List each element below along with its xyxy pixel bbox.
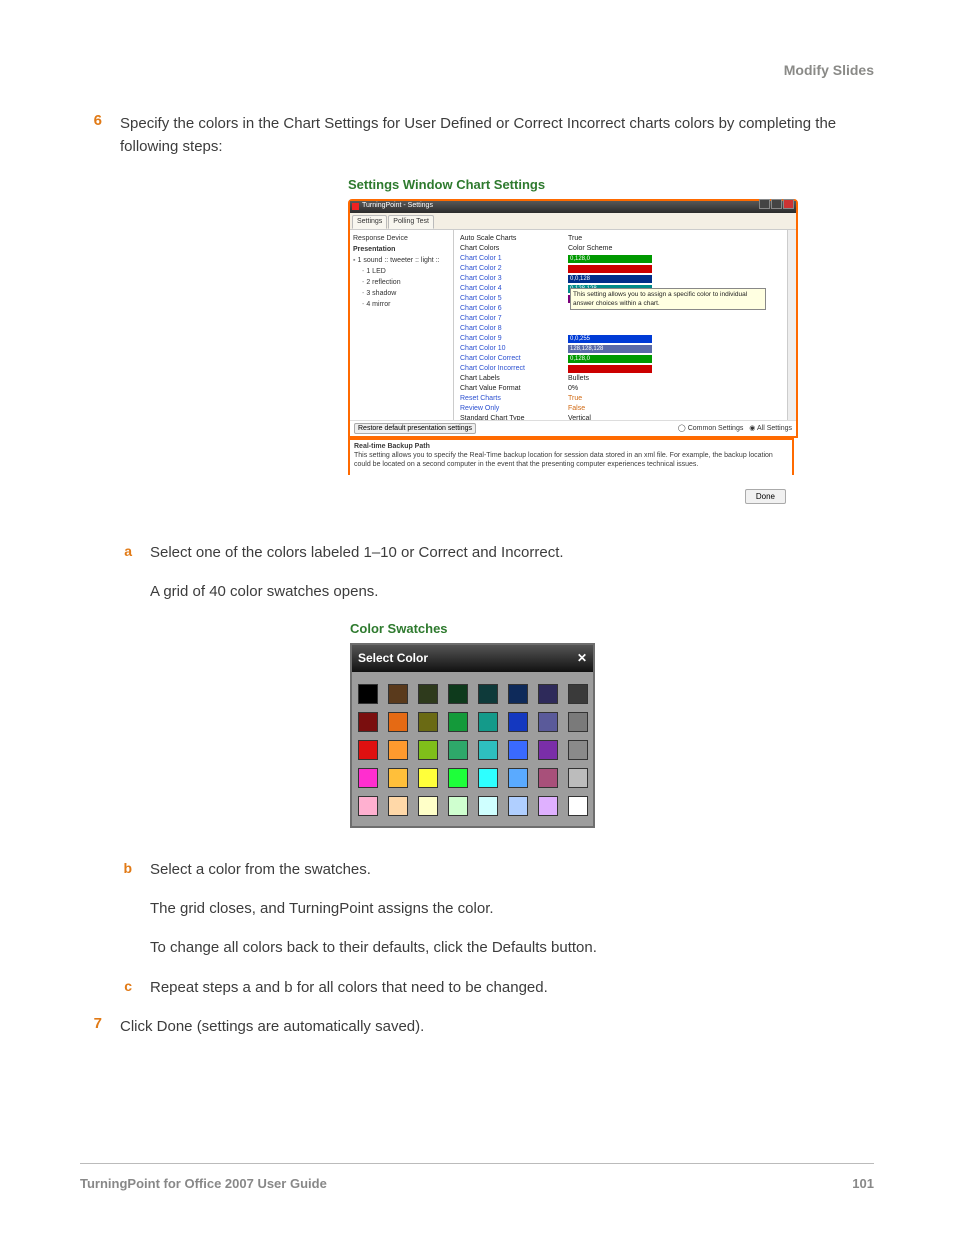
step-6: 6 Specify the colors in the Chart Settin… xyxy=(85,112,874,1015)
document-page: Modify Slides 6 Specify the colors in th… xyxy=(0,0,954,1235)
tab-settings[interactable]: Settings xyxy=(352,215,387,230)
color-swatch[interactable] xyxy=(418,740,438,760)
color-swatch[interactable] xyxy=(418,768,438,788)
figure-settings-caption: Settings Window Chart Settings xyxy=(348,175,545,195)
color-swatch[interactable] xyxy=(358,740,378,760)
color-swatch[interactable] xyxy=(478,796,498,816)
page-footer: TurningPoint for Office 2007 User Guide … xyxy=(80,1163,874,1191)
color-swatch[interactable] xyxy=(568,740,588,760)
substep-b: b Select a color from the swatches. The … xyxy=(120,858,874,976)
step-6-number: 6 xyxy=(85,112,102,1015)
swatch-window: Select Color ✕ xyxy=(350,643,595,828)
color-swatch[interactable] xyxy=(508,740,528,760)
settings-radios[interactable]: ◯ Common Settings ◉ All Settings xyxy=(674,424,792,435)
close-icon[interactable]: ✕ xyxy=(577,649,587,668)
tab-polling-test[interactable]: Polling Test xyxy=(388,215,434,230)
color-swatch[interactable] xyxy=(358,796,378,816)
settings-row[interactable]: Chart Color 8 xyxy=(460,324,783,334)
settings-help-panel: Real-time Backup Path This setting allow… xyxy=(348,438,794,475)
settings-tree[interactable]: Response Device Presentation ▪1 sound ::… xyxy=(350,230,454,420)
color-swatch[interactable] xyxy=(448,684,468,704)
figure-color-swatches: Color Swatches Select Color ✕ xyxy=(350,619,874,828)
settings-lower-bar: Restore default presentation settings ◯ … xyxy=(350,420,796,436)
settings-window-frame: TurningPoint - Settings SettingsPolling … xyxy=(348,199,798,511)
color-swatch[interactable] xyxy=(538,684,558,704)
window-buttons[interactable] xyxy=(758,199,794,214)
done-button[interactable]: Done xyxy=(745,489,786,504)
color-swatch[interactable] xyxy=(388,712,408,732)
settings-row[interactable]: Chart Value Format0% xyxy=(460,384,783,394)
settings-row[interactable]: Standard Chart TypeVertical xyxy=(460,414,783,420)
footer-page: 101 xyxy=(852,1176,874,1191)
settings-row[interactable]: Chart Color 90,0,255 xyxy=(460,334,783,344)
color-swatch[interactable] xyxy=(568,684,588,704)
color-swatch[interactable] xyxy=(568,768,588,788)
color-swatch[interactable] xyxy=(418,684,438,704)
settings-row[interactable]: Chart ColorsColor Scheme xyxy=(460,244,783,254)
figure-settings-window: Settings Window Chart Settings TurningPo… xyxy=(348,175,874,511)
settings-row[interactable]: Chart LabelsBullets xyxy=(460,374,783,384)
color-swatch[interactable] xyxy=(388,684,408,704)
settings-row[interactable]: Chart Color 2 xyxy=(460,264,783,274)
settings-row[interactable]: Chart Color 10128,128,128 xyxy=(460,344,783,354)
color-swatch[interactable] xyxy=(508,684,528,704)
color-swatch[interactable] xyxy=(388,796,408,816)
settings-tabs: SettingsPolling Test xyxy=(350,213,796,231)
color-swatch[interactable] xyxy=(538,796,558,816)
swatch-grid[interactable] xyxy=(352,672,593,826)
color-swatch[interactable] xyxy=(418,796,438,816)
settings-row[interactable]: Auto Scale ChartsTrue xyxy=(460,234,783,244)
footer-title: TurningPoint for Office 2007 User Guide xyxy=(80,1176,327,1191)
color-swatch[interactable] xyxy=(358,712,378,732)
substep-c: c Repeat steps a and b for all colors th… xyxy=(120,976,874,1015)
step-6-text: Specify the colors in the Chart Settings… xyxy=(120,112,874,1015)
color-swatch[interactable] xyxy=(538,712,558,732)
settings-row[interactable]: Reset ChartsTrue xyxy=(460,394,783,404)
color-swatch[interactable] xyxy=(448,740,468,760)
settings-row[interactable]: Chart Color Correct0,128,0 xyxy=(460,354,783,364)
color-swatch[interactable] xyxy=(568,796,588,816)
color-swatch[interactable] xyxy=(508,712,528,732)
settings-row[interactable]: Chart Color Incorrect xyxy=(460,364,783,374)
color-swatch[interactable] xyxy=(508,796,528,816)
section-header: Modify Slides xyxy=(784,62,874,78)
settings-row[interactable]: Review OnlyFalse xyxy=(460,404,783,414)
color-swatch[interactable] xyxy=(538,740,558,760)
color-swatch[interactable] xyxy=(418,712,438,732)
color-swatch[interactable] xyxy=(478,768,498,788)
body-content: 6 Specify the colors in the Chart Settin… xyxy=(85,112,874,1054)
color-swatch[interactable] xyxy=(478,684,498,704)
settings-panel: Auto Scale ChartsTrueChart ColorsColor S… xyxy=(454,230,787,420)
tooltip: This setting allows you to assign a spec… xyxy=(570,288,766,310)
color-swatch[interactable] xyxy=(508,768,528,788)
app-icon xyxy=(352,203,359,210)
step-7: 7 Click Done (settings are automatically… xyxy=(85,1015,874,1054)
color-swatch[interactable] xyxy=(358,768,378,788)
color-swatch[interactable] xyxy=(478,740,498,760)
color-swatch[interactable] xyxy=(358,684,378,704)
substep-a: a Select one of the colors labeled 1–10 … xyxy=(120,541,874,858)
settings-row[interactable]: Chart Color 7 xyxy=(460,314,783,324)
color-swatch[interactable] xyxy=(538,768,558,788)
figure-swatches-caption: Color Swatches xyxy=(350,619,448,639)
settings-row[interactable]: Chart Color 10,128,0 xyxy=(460,254,783,264)
settings-row[interactable]: Chart Color 30,0,128 xyxy=(460,274,783,284)
color-swatch[interactable] xyxy=(448,712,468,732)
color-swatch[interactable] xyxy=(568,712,588,732)
restore-defaults-button[interactable]: Restore default presentation settings xyxy=(354,423,476,434)
swatch-title: Select Color xyxy=(358,649,428,668)
color-swatch[interactable] xyxy=(448,796,468,816)
color-swatch[interactable] xyxy=(448,768,468,788)
color-swatch[interactable] xyxy=(478,712,498,732)
titlebar: TurningPoint - Settings xyxy=(350,201,796,213)
color-swatch[interactable] xyxy=(388,740,408,760)
scrollbar[interactable] xyxy=(787,230,796,420)
color-swatch[interactable] xyxy=(388,768,408,788)
